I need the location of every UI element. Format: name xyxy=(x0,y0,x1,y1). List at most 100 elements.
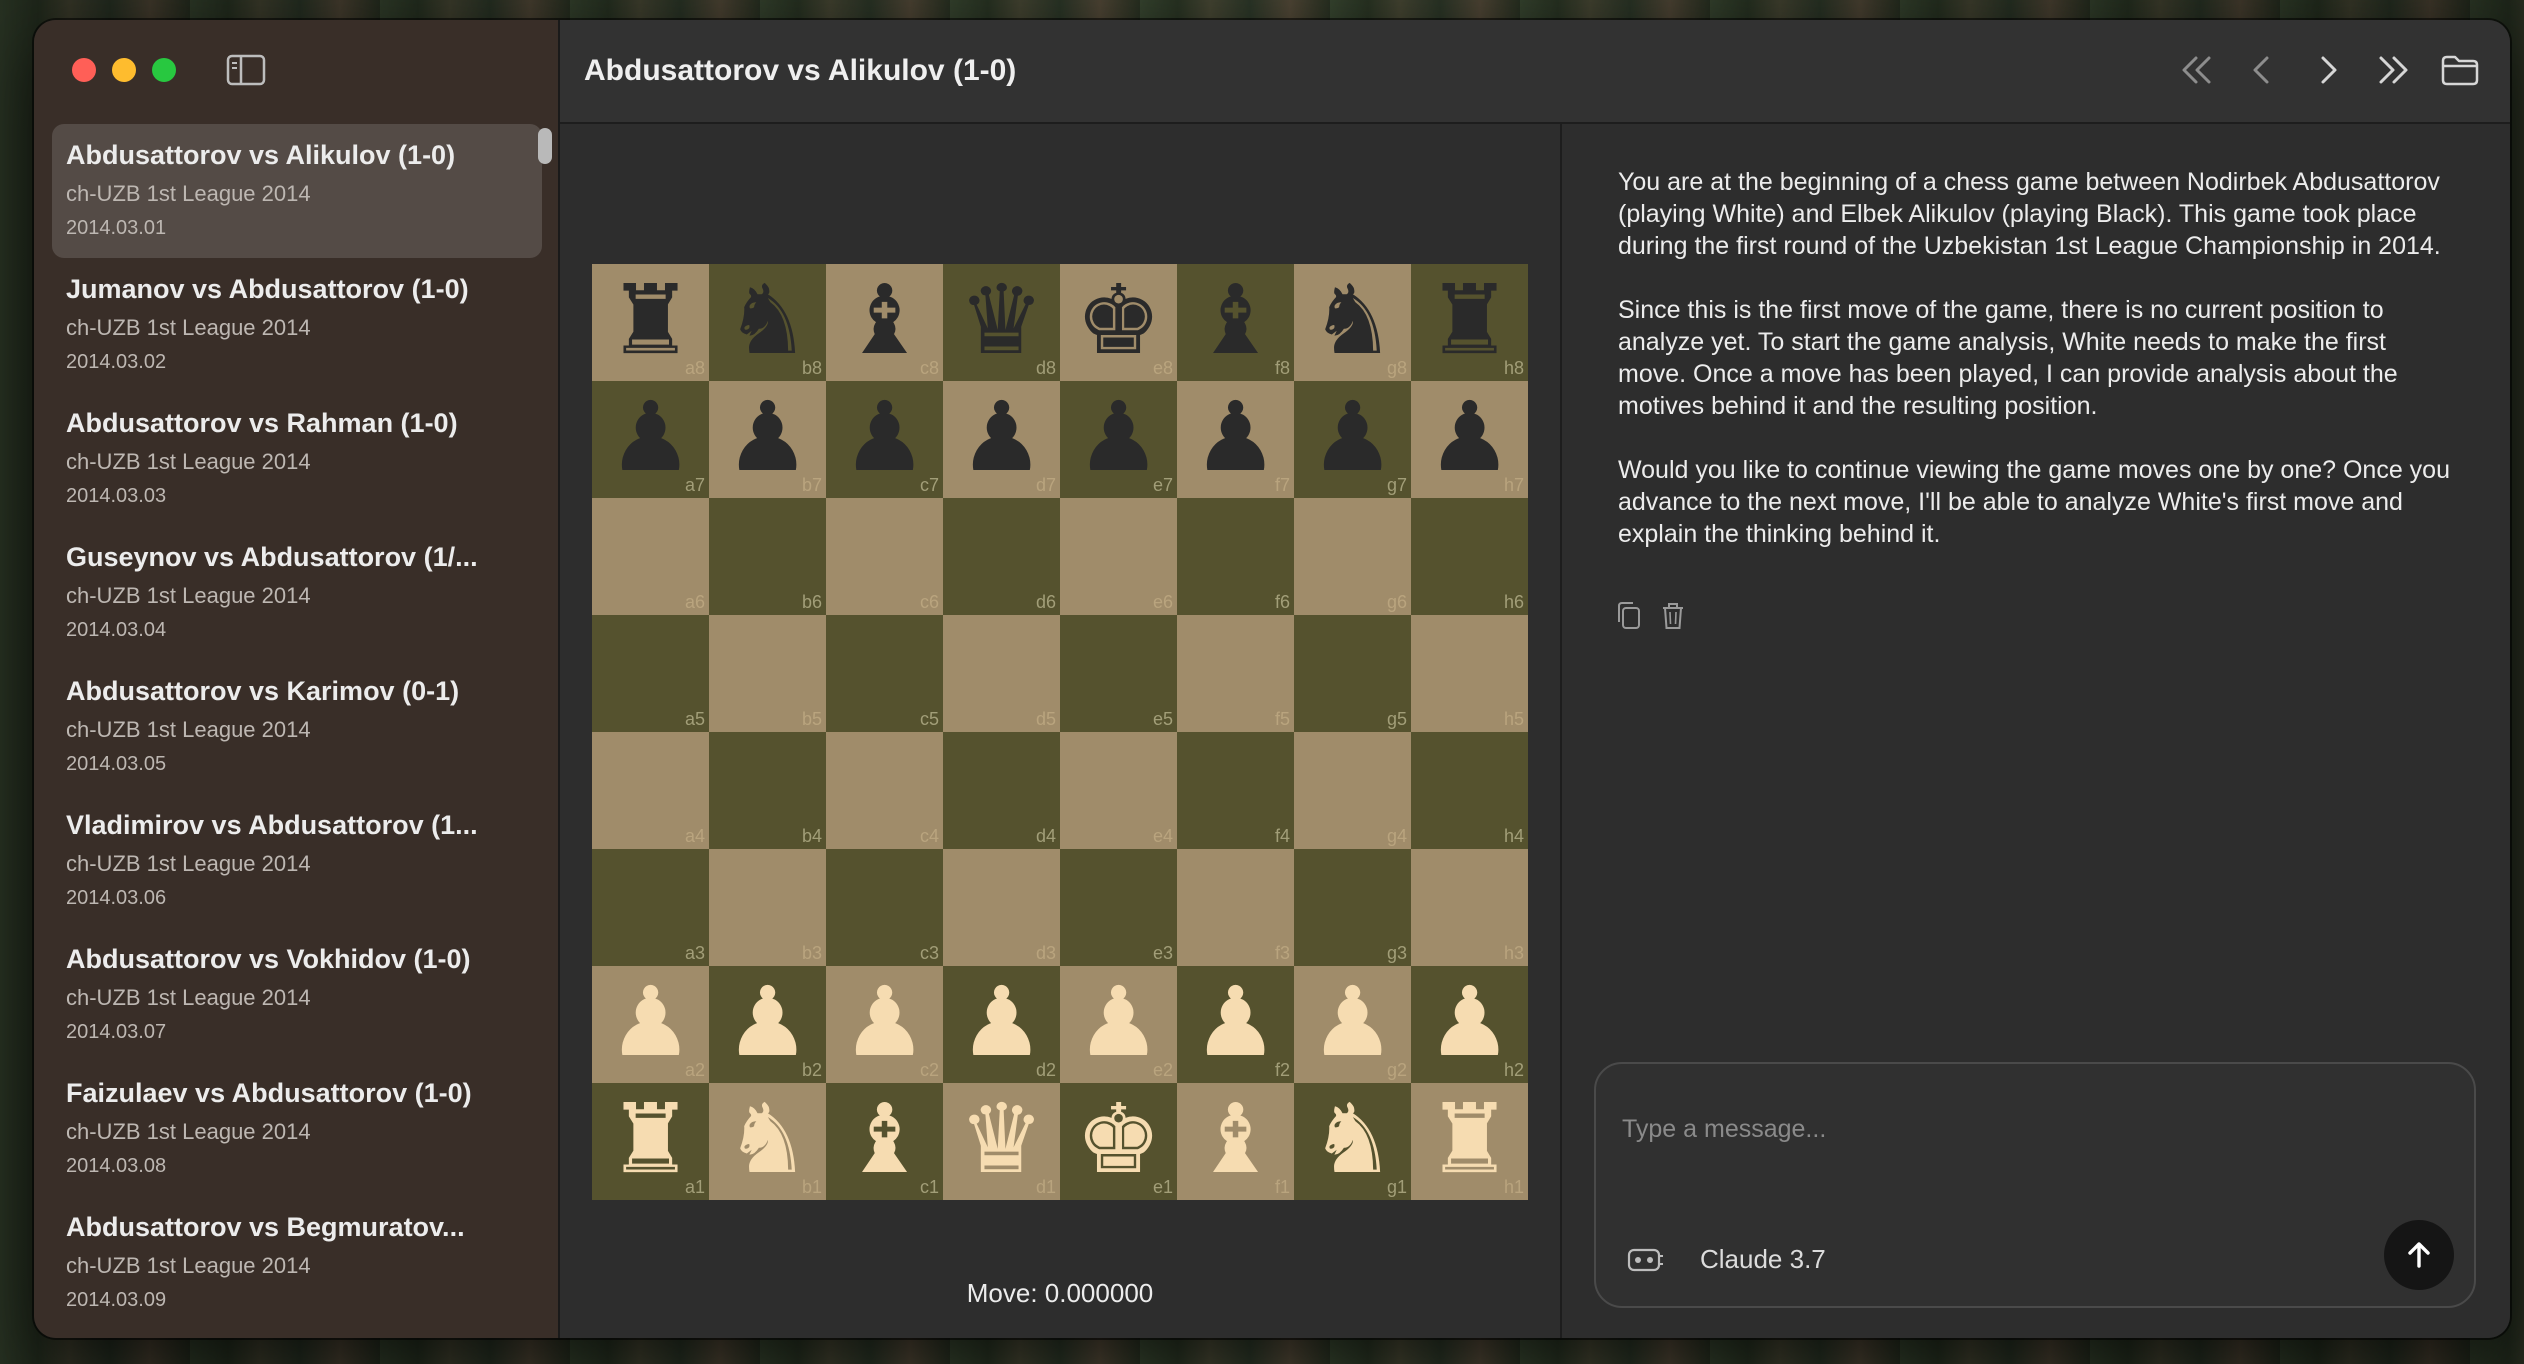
square-e3[interactable]: e3 xyxy=(1060,849,1177,966)
white-pawn-icon[interactable]: ♟ xyxy=(607,974,693,1070)
square-a6[interactable]: a6 xyxy=(592,498,709,615)
maximize-window-button[interactable] xyxy=(152,58,176,82)
square-g7[interactable]: ♟ g7 xyxy=(1294,381,1411,498)
square-c4[interactable]: c4 xyxy=(826,732,943,849)
sidebar-scrollbar[interactable] xyxy=(538,128,552,164)
square-h1[interactable]: ♜ h1 xyxy=(1411,1083,1528,1200)
send-button[interactable] xyxy=(2384,1220,2454,1290)
white-pawn-icon[interactable]: ♟ xyxy=(958,974,1044,1070)
square-f7[interactable]: ♟ f7 xyxy=(1177,381,1294,498)
black-king-icon[interactable]: ♚ xyxy=(1075,272,1161,368)
square-a8[interactable]: ♜ a8 xyxy=(592,264,709,381)
square-h7[interactable]: ♟ h7 xyxy=(1411,381,1528,498)
square-h8[interactable]: ♜ h8 xyxy=(1411,264,1528,381)
square-f1[interactable]: ♝ f1 xyxy=(1177,1083,1294,1200)
square-f8[interactable]: ♝ f8 xyxy=(1177,264,1294,381)
square-h5[interactable]: h5 xyxy=(1411,615,1528,732)
game-list-item[interactable]: Abdusattorov vs Vokhidov (1-0) ch-UZB 1s… xyxy=(52,928,542,1062)
square-d4[interactable]: d4 xyxy=(943,732,1060,849)
square-f4[interactable]: f4 xyxy=(1177,732,1294,849)
square-e7[interactable]: ♟ e7 xyxy=(1060,381,1177,498)
square-e1[interactable]: ♚ e1 xyxy=(1060,1083,1177,1200)
game-list-item[interactable]: Jumanov vs Abdusattorov (1-0) ch-UZB 1st… xyxy=(52,258,542,392)
square-e8[interactable]: ♚ e8 xyxy=(1060,264,1177,381)
white-pawn-icon[interactable]: ♟ xyxy=(1309,974,1395,1070)
black-pawn-icon[interactable]: ♟ xyxy=(841,389,927,485)
square-g2[interactable]: ♟ g2 xyxy=(1294,966,1411,1083)
black-knight-icon[interactable]: ♞ xyxy=(1309,272,1395,368)
square-b2[interactable]: ♟ b2 xyxy=(709,966,826,1083)
black-bishop-icon[interactable]: ♝ xyxy=(841,272,927,368)
square-h2[interactable]: ♟ h2 xyxy=(1411,966,1528,1083)
game-list-item[interactable]: Guseynov vs Abdusattorov (1/... ch-UZB 1… xyxy=(52,526,542,660)
square-f6[interactable]: f6 xyxy=(1177,498,1294,615)
square-g5[interactable]: g5 xyxy=(1294,615,1411,732)
game-list-item[interactable]: Abdusattorov vs Karimov (0-1) ch-UZB 1st… xyxy=(52,660,542,794)
square-d1[interactable]: ♛ d1 xyxy=(943,1083,1060,1200)
black-rook-icon[interactable]: ♜ xyxy=(607,272,693,368)
game-list-item[interactable]: Faizulaev vs Abdusattorov (1-0) ch-UZB 1… xyxy=(52,1062,542,1196)
previous-move-button[interactable] xyxy=(2240,48,2284,92)
delete-button[interactable] xyxy=(1658,600,1688,637)
square-c1[interactable]: ♝ c1 xyxy=(826,1083,943,1200)
square-c2[interactable]: ♟ c2 xyxy=(826,966,943,1083)
square-c6[interactable]: c6 xyxy=(826,498,943,615)
square-b1[interactable]: ♞ b1 xyxy=(709,1083,826,1200)
square-h6[interactable]: h6 xyxy=(1411,498,1528,615)
black-pawn-icon[interactable]: ♟ xyxy=(1309,389,1395,485)
square-a5[interactable]: a5 xyxy=(592,615,709,732)
square-a1[interactable]: ♜ a1 xyxy=(592,1083,709,1200)
model-selector-icon[interactable] xyxy=(1626,1244,1666,1276)
game-list-item[interactable]: Abdusattorov vs Begmuratov... ch-UZB 1st… xyxy=(52,1196,542,1330)
square-d6[interactable]: d6 xyxy=(943,498,1060,615)
square-f3[interactable]: f3 xyxy=(1177,849,1294,966)
square-h4[interactable]: h4 xyxy=(1411,732,1528,849)
square-a3[interactable]: a3 xyxy=(592,849,709,966)
square-b6[interactable]: b6 xyxy=(709,498,826,615)
last-move-button[interactable] xyxy=(2372,48,2416,92)
square-g3[interactable]: g3 xyxy=(1294,849,1411,966)
square-d5[interactable]: d5 xyxy=(943,615,1060,732)
square-g4[interactable]: g4 xyxy=(1294,732,1411,849)
black-pawn-icon[interactable]: ♟ xyxy=(724,389,810,485)
square-d2[interactable]: ♟ d2 xyxy=(943,966,1060,1083)
white-pawn-icon[interactable]: ♟ xyxy=(841,974,927,1070)
white-pawn-icon[interactable]: ♟ xyxy=(1075,974,1161,1070)
square-a7[interactable]: ♟ a7 xyxy=(592,381,709,498)
square-a4[interactable]: a4 xyxy=(592,732,709,849)
white-knight-icon[interactable]: ♞ xyxy=(724,1091,810,1187)
black-pawn-icon[interactable]: ♟ xyxy=(1426,389,1512,485)
white-king-icon[interactable]: ♚ xyxy=(1075,1091,1161,1187)
chessboard[interactable]: ♜ a8 ♞ b8 ♝ c8 ♛ d8 ♚ e8 ♝ f8 ♞ g8 ♜ h8 ♟ a7 ♟ b7 ♟ c7 ♟ d7 ♟ e7 ♟… xyxy=(592,264,1528,1200)
white-queen-icon[interactable]: ♛ xyxy=(958,1091,1044,1187)
square-c5[interactable]: c5 xyxy=(826,615,943,732)
square-d3[interactable]: d3 xyxy=(943,849,1060,966)
game-list-item[interactable]: Abdusattorov vs Alikulov (1-0) ch-UZB 1s… xyxy=(52,124,542,258)
game-list-item[interactable]: Vladimirov vs Abdusattorov (1... ch-UZB … xyxy=(52,794,542,928)
square-e2[interactable]: ♟ e2 xyxy=(1060,966,1177,1083)
white-rook-icon[interactable]: ♜ xyxy=(607,1091,693,1187)
square-b4[interactable]: b4 xyxy=(709,732,826,849)
square-b3[interactable]: b3 xyxy=(709,849,826,966)
square-b8[interactable]: ♞ b8 xyxy=(709,264,826,381)
white-rook-icon[interactable]: ♜ xyxy=(1426,1091,1512,1187)
black-bishop-icon[interactable]: ♝ xyxy=(1192,272,1278,368)
white-bishop-icon[interactable]: ♝ xyxy=(841,1091,927,1187)
sidebar-toggle-icon[interactable] xyxy=(226,54,266,86)
black-queen-icon[interactable]: ♛ xyxy=(958,272,1044,368)
square-h3[interactable]: h3 xyxy=(1411,849,1528,966)
black-rook-icon[interactable]: ♜ xyxy=(1426,272,1512,368)
square-f2[interactable]: ♟ f2 xyxy=(1177,966,1294,1083)
square-c7[interactable]: ♟ c7 xyxy=(826,381,943,498)
square-a2[interactable]: ♟ a2 xyxy=(592,966,709,1083)
square-b5[interactable]: b5 xyxy=(709,615,826,732)
open-folder-button[interactable] xyxy=(2438,48,2482,92)
white-knight-icon[interactable]: ♞ xyxy=(1309,1091,1395,1187)
white-pawn-icon[interactable]: ♟ xyxy=(1192,974,1278,1070)
square-b7[interactable]: ♟ b7 xyxy=(709,381,826,498)
square-c3[interactable]: c3 xyxy=(826,849,943,966)
white-pawn-icon[interactable]: ♟ xyxy=(724,974,810,1070)
black-pawn-icon[interactable]: ♟ xyxy=(958,389,1044,485)
copy-button[interactable] xyxy=(1614,600,1644,637)
square-f5[interactable]: f5 xyxy=(1177,615,1294,732)
